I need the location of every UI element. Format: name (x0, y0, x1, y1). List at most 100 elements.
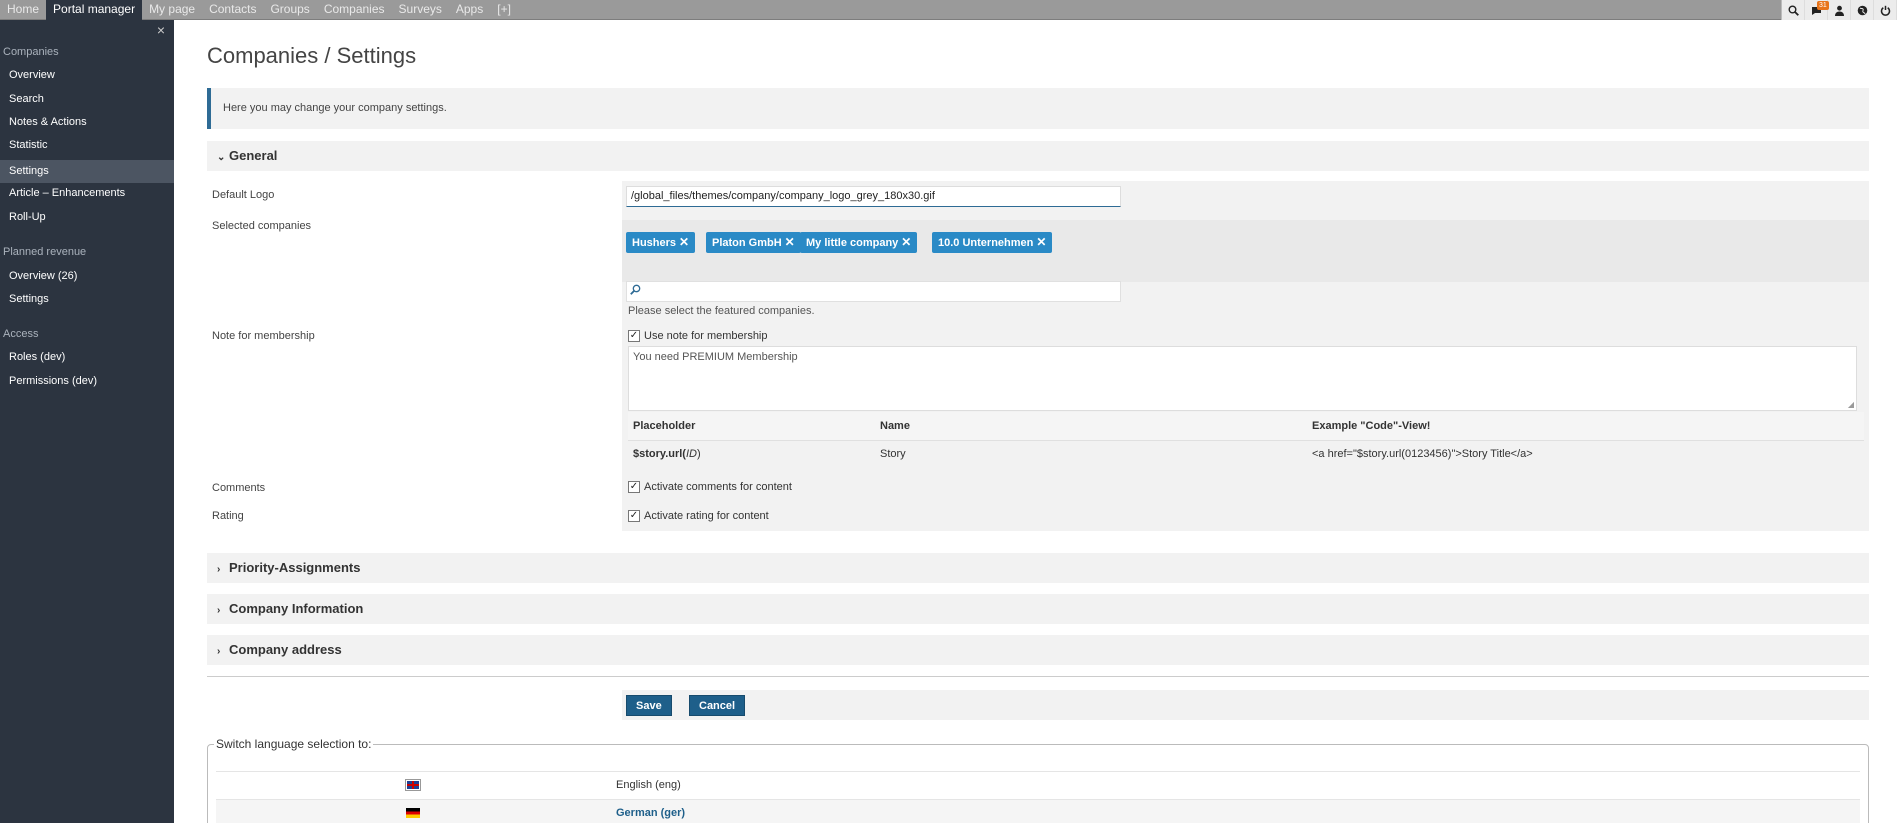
panel-company-information-header[interactable]: › Company Information (207, 594, 1869, 624)
company-search-input[interactable] (626, 281, 1121, 302)
panel-priority-assignments-title: Priority-Assignments (229, 560, 361, 575)
column-header: Placeholder (628, 412, 875, 441)
company-tag-label: My little company (806, 237, 899, 249)
zoom-icon[interactable] (1782, 0, 1805, 20)
column-header: Example "Code"-View! (1307, 412, 1864, 441)
companies-hint: Please select the featured companies. (628, 305, 815, 317)
sidebar-item-notes-actions[interactable]: Notes & Actions (0, 111, 174, 134)
rating-checkbox-row[interactable]: ✓ Activate rating for content (628, 510, 769, 522)
language-name: English (eng) (616, 779, 681, 791)
info-box: Here you may change your company setting… (207, 88, 1869, 129)
globe-icon[interactable] (1851, 0, 1874, 20)
nav-portal-manager[interactable]: Portal manager (46, 0, 143, 20)
nav-contacts[interactable]: Contacts (202, 0, 263, 20)
resize-handle-icon[interactable]: ◢ (1848, 400, 1854, 409)
rating-checkbox[interactable]: ✓ (628, 510, 640, 522)
sidebar-section-companies: Companies (3, 46, 59, 58)
comments-label: Comments (212, 482, 266, 494)
chevron-down-icon: ⌄ (217, 152, 226, 163)
sidebar-item-statistic[interactable]: Statistic (0, 134, 174, 157)
example-cell: <a href="$story.url(0123456)">Story Titl… (1307, 440, 1864, 468)
chevron-right-icon: › (217, 605, 221, 616)
sidebar-item-settings[interactable]: Settings (0, 160, 174, 183)
top-toolbar: 31 (1781, 0, 1897, 20)
note-textarea[interactable]: You need PREMIUM Membership ◢ (628, 346, 1857, 411)
sidebar-item-revenue-overview[interactable]: Overview (26) (0, 265, 174, 288)
close-icon[interactable]: × (157, 22, 165, 38)
sidebar: × Companies Overview Search Notes & Acti… (0, 20, 174, 823)
top-nav: Home Portal manager My page Contacts Gro… (0, 0, 1897, 20)
language-row-english[interactable]: English (eng) (216, 771, 1860, 799)
user-icon[interactable] (1828, 0, 1851, 20)
placeholder-cell: $story.url(ID) (628, 440, 875, 468)
chat-icon[interactable]: 31 (1805, 0, 1829, 20)
search-icon (630, 284, 641, 298)
panel-general-header[interactable]: ⌄ General (207, 141, 1869, 171)
use-note-checkbox-row[interactable]: ✓ Use note for membership (628, 330, 768, 342)
placeholder-code: $story.url( (633, 448, 686, 461)
comments-check-label: Activate comments for content (644, 481, 792, 493)
top-bar: Home Portal manager My page Contacts Gro… (0, 0, 1897, 20)
default-logo-label: Default Logo (212, 189, 275, 201)
chevron-right-icon: › (217, 564, 221, 575)
sidebar-item-article-enhancements[interactable]: Article – Enhancements (0, 182, 174, 205)
cancel-button[interactable]: Cancel (689, 695, 746, 716)
nav-surveys[interactable]: Surveys (392, 0, 449, 20)
german-flag-icon (406, 808, 420, 818)
selected-companies-label: Selected companies (212, 220, 312, 232)
nav-apps[interactable]: Apps (449, 0, 490, 20)
table-header-row: Placeholder Name Example "Code"-View! (628, 412, 1864, 441)
nav-groups[interactable]: Groups (263, 0, 316, 20)
comments-checkbox-row[interactable]: ✓ Activate comments for content (628, 481, 792, 493)
use-note-label: Use note for membership (644, 330, 768, 342)
default-logo-input[interactable]: /global_files/themes/company/company_log… (626, 186, 1121, 207)
uk-flag-icon (405, 779, 421, 791)
company-tag-label: Hushers (632, 237, 677, 249)
nav-home[interactable]: Home (0, 0, 46, 20)
sidebar-item-revenue-settings[interactable]: Settings (0, 288, 174, 311)
company-tag: Hushers ✕ (626, 232, 696, 253)
placeholder-table: Placeholder Name Example "Code"-View! $s… (628, 412, 1864, 468)
remove-icon[interactable]: ✕ (785, 235, 795, 249)
company-tag-label: Platon GmbH (712, 237, 782, 249)
panel-priority-assignments-header[interactable]: › Priority-Assignments (207, 553, 1869, 583)
language-link[interactable]: German (ger) (616, 807, 685, 819)
power-icon[interactable] (1874, 0, 1897, 20)
save-button[interactable]: Save (626, 695, 672, 716)
remove-icon[interactable]: ✕ (1036, 235, 1046, 249)
selected-companies-box: Hushers ✕ Platon GmbH ✕ My little company ✕… (622, 220, 1869, 282)
panel-company-address-title: Company address (229, 642, 342, 657)
company-tag: Platon GmbH ✕ (706, 232, 801, 253)
company-tag: 10.0 Unternehmen ✕ (932, 232, 1053, 253)
use-note-checkbox[interactable]: ✓ (628, 330, 640, 342)
panel-company-address-header[interactable]: › Company address (207, 635, 1869, 665)
nav-companies[interactable]: Companies (317, 0, 392, 20)
nav-my-page[interactable]: My page (142, 0, 202, 20)
sidebar-item-roll-up[interactable]: Roll-Up (0, 206, 174, 229)
sidebar-item-overview[interactable]: Overview (0, 64, 174, 87)
company-tag: My little company ✕ (800, 232, 918, 253)
column-header: Name (875, 412, 1307, 441)
divider (207, 676, 1869, 677)
comments-checkbox[interactable]: ✓ (628, 481, 640, 493)
rating-check-label: Activate rating for content (644, 510, 769, 522)
sidebar-item-permissions[interactable]: Permissions (dev) (0, 370, 174, 393)
language-row-german[interactable]: German (ger) (216, 799, 1860, 823)
placeholder-arg: ID (685, 448, 697, 461)
remove-icon[interactable]: ✕ (901, 235, 911, 249)
sidebar-section-access: Access (3, 328, 39, 340)
rating-label: Rating (212, 510, 244, 522)
placeholder-suffix: ) (696, 448, 701, 461)
name-cell: Story (875, 440, 1307, 468)
sidebar-item-search[interactable]: Search (0, 88, 174, 111)
company-tag-label: 10.0 Unternehmen (938, 237, 1034, 249)
language-legend: Switch language selection to: (216, 737, 372, 751)
sidebar-item-roles[interactable]: Roles (dev) (0, 346, 174, 369)
nav-add[interactable]: [+] (490, 0, 518, 20)
language-switcher: Switch language selection to: English (e… (207, 737, 1869, 823)
table-row: $story.url(ID) Story <a href="$story.url… (628, 440, 1864, 468)
panel-company-information-title: Company Information (229, 601, 364, 616)
button-bar: Save Cancel (622, 690, 1869, 720)
page-title: Companies / Settings (207, 43, 417, 68)
remove-icon[interactable]: ✕ (679, 235, 689, 249)
